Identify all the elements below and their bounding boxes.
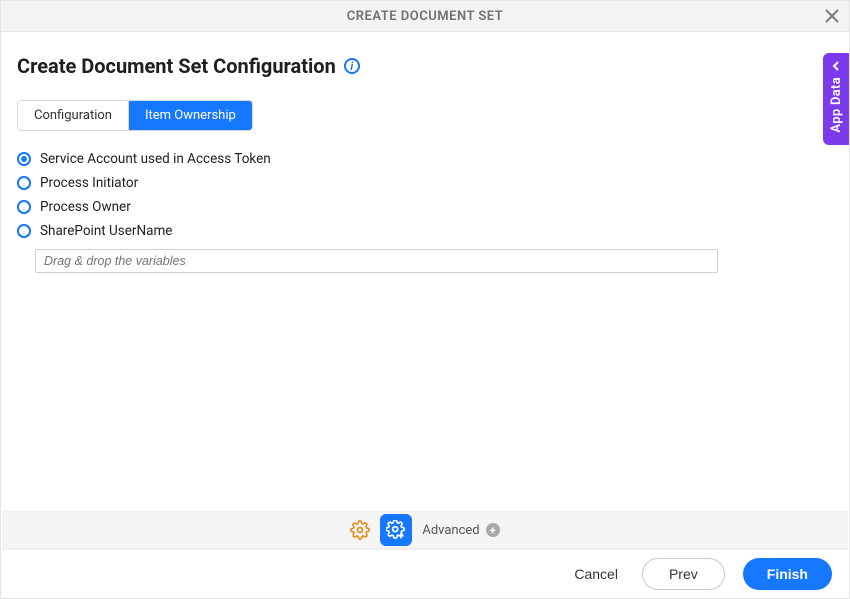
tab-strip: Configuration Item Ownership <box>17 100 253 131</box>
info-icon[interactable]: i <box>344 58 360 74</box>
radio-process-initiator[interactable]: Process Initiator <box>17 175 833 191</box>
advanced-label-wrap[interactable]: Advanced + <box>422 523 499 538</box>
prev-button[interactable]: Prev <box>642 558 725 590</box>
advanced-label: Advanced <box>422 523 479 538</box>
radio-label: Service Account used in Access Token <box>40 151 271 167</box>
advanced-settings-button[interactable] <box>380 514 412 546</box>
page-title: Create Document Set Configuration <box>17 54 336 78</box>
tab-item-ownership[interactable]: Item Ownership <box>129 101 252 130</box>
app-data-side-tab[interactable]: App Data <box>823 53 849 145</box>
tab-configuration[interactable]: Configuration <box>18 101 129 130</box>
radio-service-account[interactable]: Service Account used in Access Token <box>17 151 833 167</box>
dialog-header: CREATE DOCUMENT SET <box>1 1 849 32</box>
radio-process-owner[interactable]: Process Owner <box>17 199 833 215</box>
variable-drop-input[interactable] <box>35 249 718 273</box>
close-icon <box>825 9 839 23</box>
radio-label: SharePoint UserName <box>40 223 172 239</box>
settings-button[interactable] <box>350 520 370 540</box>
dialog-footer: Cancel Prev Finish <box>2 549 848 597</box>
finish-button[interactable]: Finish <box>743 558 832 590</box>
radio-sharepoint-username[interactable]: SharePoint UserName <box>17 223 833 239</box>
radio-input[interactable] <box>17 224 31 238</box>
radio-input[interactable] <box>17 152 31 166</box>
plus-icon: + <box>486 523 500 537</box>
radio-label: Process Initiator <box>40 175 138 191</box>
dialog-frame: CREATE DOCUMENT SET Create Document Set … <box>0 0 850 599</box>
side-tab-label: App Data <box>829 77 844 133</box>
chevron-left-icon <box>831 61 841 71</box>
dialog-title: CREATE DOCUMENT SET <box>347 9 504 24</box>
gear-icon <box>350 520 370 540</box>
radio-label: Process Owner <box>40 199 131 215</box>
radio-group: Service Account used in Access Token Pro… <box>17 151 833 273</box>
gear-plus-icon <box>386 520 406 540</box>
close-button[interactable] <box>821 5 843 27</box>
advanced-bar: Advanced + <box>2 511 848 549</box>
radio-input[interactable] <box>17 176 31 190</box>
radio-input[interactable] <box>17 200 31 214</box>
cancel-button[interactable]: Cancel <box>568 558 624 590</box>
page-title-row: Create Document Set Configuration i <box>17 54 833 78</box>
